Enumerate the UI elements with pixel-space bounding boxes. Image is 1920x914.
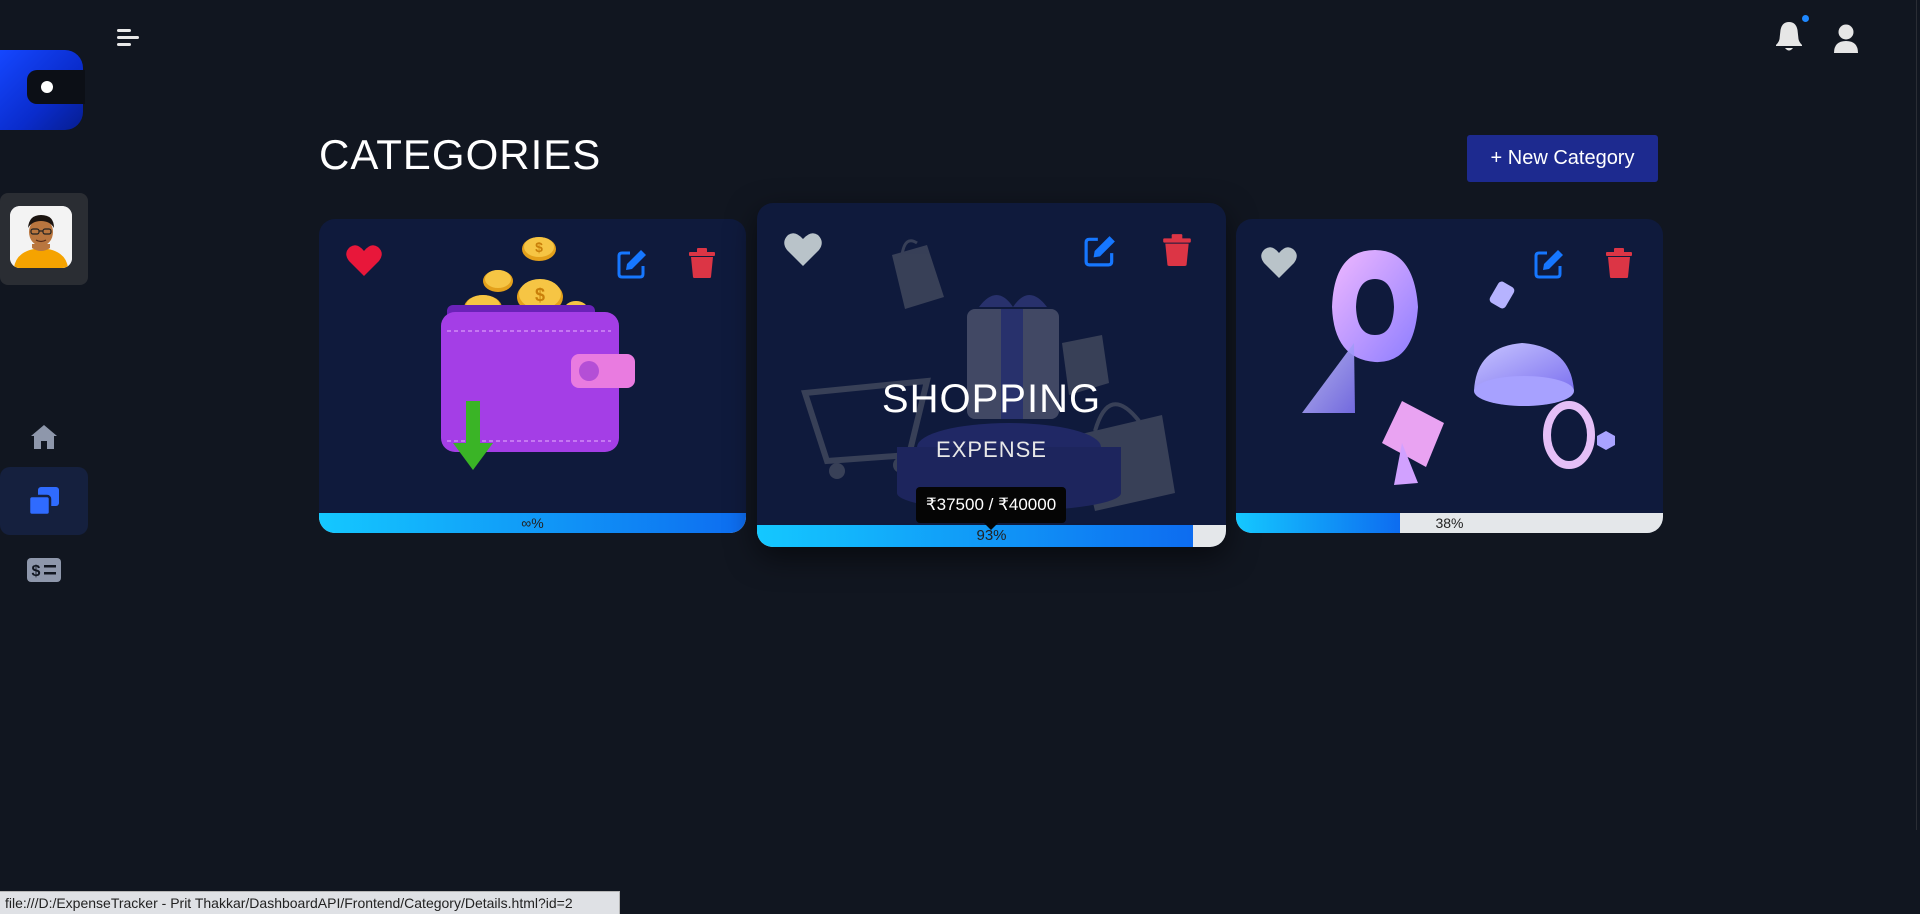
logo-slot [27,70,85,104]
tooltip-text: ₹37500 / ₹40000 [925,495,1057,514]
profile-card[interactable] [0,193,88,285]
svg-text:$: $ [32,563,41,580]
notification-badge [1802,15,1809,22]
progress-label: 38% [1435,515,1464,531]
svg-text:$: $ [535,285,545,305]
page-scrollbar[interactable] [1916,0,1917,830]
favorite-heart-icon[interactable] [783,232,823,268]
delete-trash-icon[interactable] [1162,233,1192,267]
delete-trash-icon[interactable] [688,247,716,279]
nav-transactions[interactable]: $ [0,536,88,604]
wallet-coins-image: $ $ [441,237,635,470]
category-card[interactable]: $ $ ∞% [319,219,746,533]
bell-icon[interactable] [1775,20,1803,52]
favorite-heart-icon[interactable] [1260,246,1298,280]
user-icon[interactable] [1833,24,1859,54]
nav-categories[interactable] [0,467,88,535]
browser-status-url: file:///D:/ExpenseTracker - Prit Thakkar… [0,891,620,914]
progress-label: ∞% [521,515,544,531]
edit-icon[interactable] [1534,248,1565,279]
svg-text:$: $ [535,239,543,255]
shopping-image [800,239,1175,511]
edit-icon[interactable] [617,248,648,279]
hamburger-line [117,43,131,46]
home-icon [31,425,57,449]
sidebar: $ [0,0,88,914]
new-category-button[interactable]: + New Category [1467,135,1658,182]
abstract-shapes-image [1302,250,1615,485]
menu-toggle-button[interactable] [117,27,143,49]
budget-progress-bar: 38% [1236,513,1663,533]
categories-icon [27,487,59,517]
hamburger-line [117,29,131,32]
delete-trash-icon[interactable] [1605,247,1633,279]
category-card[interactable]: 38% [1236,219,1663,533]
logo-dot [41,81,53,93]
page-title: CATEGORIES [319,131,602,178]
favorite-heart-icon[interactable] [345,244,383,278]
budget-tooltip: ₹37500 / ₹40000 [916,487,1066,530]
edit-icon[interactable] [1084,234,1117,267]
transactions-icon: $ [27,558,61,582]
category-title: SHOPPING [881,377,1102,421]
hamburger-line [117,36,139,39]
nav-home[interactable] [0,403,88,471]
avatar [10,206,72,268]
tooltip-arrow [984,523,998,530]
category-type: EXPENSE [936,437,1047,462]
budget-progress-bar: ∞% [319,513,746,533]
app-logo[interactable] [0,50,85,130]
